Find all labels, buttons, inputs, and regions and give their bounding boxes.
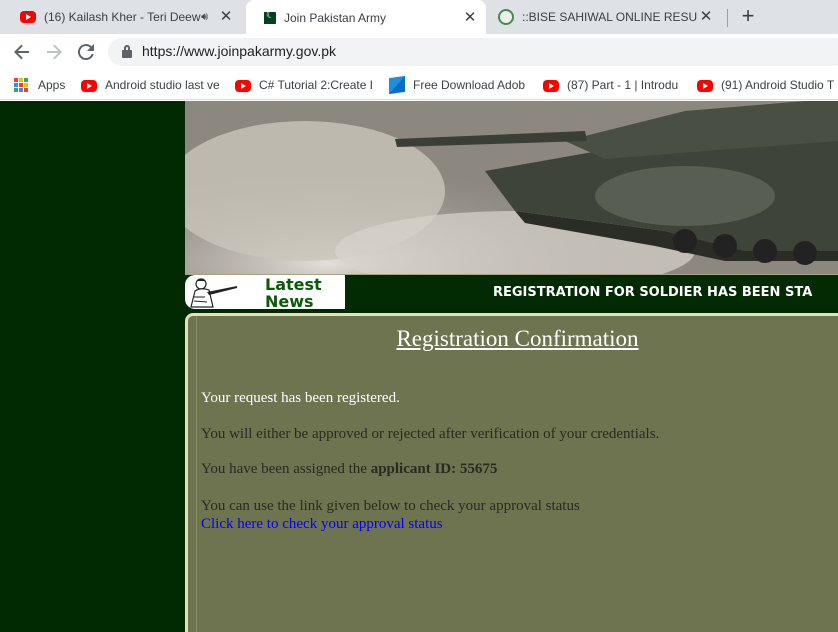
latest-news-label: Latest News <box>265 276 322 309</box>
back-arrow-icon[interactable] <box>10 40 34 64</box>
page-title: Registration Confirmation <box>396 326 639 351</box>
news-ticker-text[interactable]: REGISTRATION FOR SOLDIER HAS BEEN STA <box>493 285 812 300</box>
tab-youtube-kailash-kher[interactable]: (16) Kailash Kher - Teri Deewani 🔊︎ ✕ <box>12 0 242 34</box>
tank-image <box>185 101 838 274</box>
browser-toolbar: https://www.joinpakarmy.gov.pk <box>0 34 838 70</box>
news-ticker-bar: Latest News REGISTRATION FOR SOLDIER HAS… <box>185 274 838 309</box>
status-message: You can use the link given below to chec… <box>201 498 580 514</box>
tab-bise-sahiwal[interactable]: ::BISE SAHIWAL ONLINE RESULT:: ✕ <box>490 0 722 34</box>
applicant-id: applicant ID: 55675 <box>370 461 498 477</box>
tab-join-pakistan-army[interactable]: Join Pakistan Army ✕ <box>246 0 486 36</box>
content-panel: Registration Confirmation Your request h… <box>185 313 838 632</box>
tab-title: Join Pakistan Army <box>284 11 387 25</box>
tab-title: (16) Kailash Kher - Teri Deewani <box>44 10 202 24</box>
bookmark-csharp-tutorial[interactable]: C# Tutorial 2:Create L <box>235 76 372 94</box>
assigned-prefix: You have been assigned the <box>201 461 371 477</box>
address-bar[interactable]: https://www.joinpakarmy.gov.pk <box>108 38 838 66</box>
bookmark-apps[interactable]: Apps <box>14 76 76 94</box>
content-inner: Registration Confirmation Your request h… <box>196 316 838 632</box>
youtube-icon <box>20 11 36 23</box>
youtube-icon <box>81 80 97 92</box>
bookmarks-bar: Apps Android studio last ve C# Tutorial … <box>0 70 838 100</box>
lock-icon[interactable] <box>122 45 132 58</box>
windows-icon <box>389 76 405 94</box>
bookmark-free-download-adobe[interactable]: Free Download Adob <box>389 76 525 94</box>
bookmark-label: Free Download Adob <box>413 78 525 92</box>
speaker-icon[interactable]: 🔊︎ <box>201 11 208 24</box>
bookmark-label: (87) Part - 1 | Introdu <box>567 78 679 92</box>
tab-strip: (16) Kailash Kher - Teri Deewani 🔊︎ ✕ Jo… <box>0 0 838 36</box>
check-status-link[interactable]: Click here to check your approval status <box>201 516 443 533</box>
bookmark-android-studio[interactable]: Android studio last ve <box>81 76 219 94</box>
new-tab-button[interactable]: + <box>737 5 759 27</box>
bookmark-label: Apps <box>38 78 66 92</box>
bookmark-label: Android studio last ve <box>105 78 219 92</box>
news-word: News <box>265 292 314 309</box>
hero-tank-banner <box>185 101 838 274</box>
bise-logo-icon <box>498 9 514 25</box>
url-text[interactable]: https://www.joinpakarmy.gov.pk <box>142 43 336 59</box>
apps-grid-icon <box>14 78 30 92</box>
forward-arrow-icon[interactable] <box>42 40 66 64</box>
tab-separator <box>727 9 728 27</box>
youtube-icon <box>543 80 559 92</box>
bookmark-android-studio-tutorial[interactable]: (91) Android Studio T <box>697 76 838 94</box>
latest-word: Latest <box>265 275 322 294</box>
applicant-id-line: You have been assigned the applicant ID:… <box>201 461 497 478</box>
registered-message: Your request has been registered. <box>201 390 400 406</box>
tab-title: ::BISE SAHIWAL ONLINE RESULT:: <box>522 10 698 24</box>
verification-message: You will either be approved or rejected … <box>201 426 660 442</box>
bookmark-part-1-intro[interactable]: (87) Part - 1 | Introdu <box>543 76 683 94</box>
soldier-icon <box>190 278 237 308</box>
reload-icon[interactable] <box>74 40 98 64</box>
youtube-icon <box>697 80 713 92</box>
bookmark-label: C# Tutorial 2:Create L <box>259 78 372 92</box>
youtube-icon <box>235 80 251 92</box>
bookmark-label: (91) Android Studio T <box>721 78 835 92</box>
close-tab-icon[interactable]: ✕ <box>218 9 234 25</box>
close-tab-icon[interactable]: ✕ <box>462 10 478 26</box>
page-body: Latest News REGISTRATION FOR SOLDIER HAS… <box>0 101 838 632</box>
latest-news-badge: Latest News <box>185 275 345 309</box>
pakistan-flag-icon <box>260 10 276 24</box>
close-tab-icon[interactable]: ✕ <box>698 9 714 25</box>
